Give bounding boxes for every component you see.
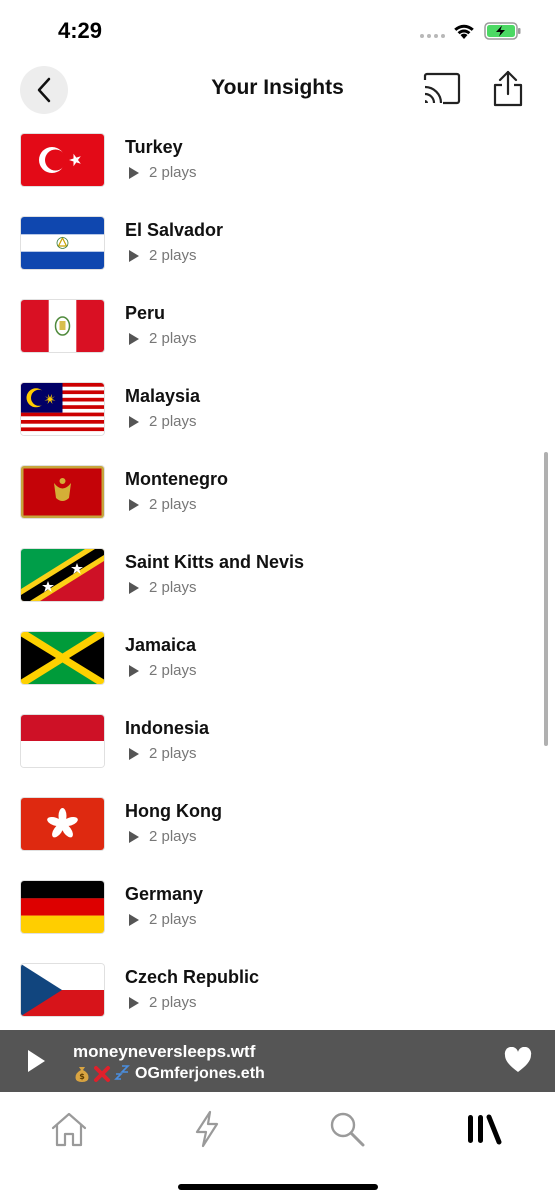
saint-kitts-and-nevis-flag-icon [21,549,104,601]
status-bar: 4:29 [0,0,555,60]
germany-flag-icon [21,881,104,933]
track-artist: $ OGmferjones.eth [73,1065,265,1083]
country-name: Jamaica [125,635,197,655]
country-name: Germany [125,884,204,904]
tab-home[interactable] [44,1106,94,1152]
play-icon [129,581,139,594]
play-count: 2 plays [129,911,197,928]
scrollbar[interactable] [544,452,548,746]
peru-flag-icon [21,300,104,352]
tab-library[interactable] [460,1106,510,1152]
play-count: 2 plays [129,994,197,1011]
heart-icon[interactable] [504,1047,532,1073]
play-icon [129,913,139,926]
list-item[interactable]: Peru 2 plays [0,300,555,383]
share-icon[interactable] [492,70,524,108]
play-count: 2 plays [129,164,197,181]
play-icon [129,249,139,262]
lightning-icon [195,1110,219,1148]
jamaica-flag-icon [21,632,104,684]
play-icon [129,166,139,179]
list-item[interactable]: Malaysia 2 plays [0,383,555,466]
czech-republic-flag-icon [21,964,104,1016]
play-icon [129,830,139,843]
library-icon [468,1114,502,1145]
list-item[interactable]: Indonesia 2 plays [0,715,555,798]
play-count: 2 plays [129,247,197,264]
country-name: Saint Kitts and Nevis [125,552,305,572]
play-icon [129,664,139,677]
play-count: 2 plays [129,496,197,513]
country-name: El Salvador [125,220,224,240]
list-item[interactable]: Turkey 2 plays [0,134,555,217]
country-name: Indonesia [125,718,210,738]
list-item[interactable]: Czech Republic 2 plays [0,964,555,1030]
tab-search[interactable] [322,1106,372,1152]
track-title: moneyneversleeps.wtf [73,1042,256,1061]
home-indicator [178,1184,378,1190]
zzz-icon [114,1065,130,1080]
play-icon [129,747,139,760]
list-item[interactable]: Hong Kong 2 plays [0,798,555,881]
indonesia-flag-icon [21,715,104,767]
play-count: 2 plays [129,662,197,679]
country-list[interactable]: Turkey 2 plays El Salvador 2 plays Peru … [0,122,555,1030]
cellular-signal-icon [420,34,445,38]
country-name: Malaysia [125,386,201,406]
play-count: 2 plays [129,579,197,596]
play-button[interactable] [28,1050,45,1072]
country-name: Turkey [125,137,183,157]
list-item[interactable]: Montenegro 2 plays [0,466,555,549]
header: Your Insights [0,60,555,122]
status-time: 4:29 [58,18,103,43]
turkey-flag-icon [21,134,104,186]
list-item[interactable]: Saint Kitts and Nevis 2 plays [0,549,555,632]
play-count: 2 plays [129,828,197,845]
battery-charging-icon [484,22,521,40]
country-name: Hong Kong [125,801,222,821]
list-item[interactable]: El Salvador 2 plays [0,217,555,300]
mini-player[interactable]: moneyneversleeps.wtf $ OGmferjones.eth [0,1030,555,1092]
hong-kong-flag-icon [21,798,104,850]
search-icon [330,1112,365,1147]
home-icon [51,1112,87,1147]
play-count: 2 plays [129,745,197,762]
play-icon [129,332,139,345]
montenegro-flag-icon [21,466,104,518]
page-title: Your Insights [211,76,344,99]
cross-mark-icon [94,1066,110,1082]
artist-emoji: $ [73,1065,131,1083]
el-salvador-flag-icon [21,217,104,269]
play-icon [129,498,139,511]
wifi-icon [454,24,474,39]
country-name: Montenegro [125,469,228,489]
play-icon [129,996,139,1009]
tab-bar [0,1092,555,1200]
cast-icon[interactable] [422,72,462,106]
artist-name: OGmferjones.eth [135,1065,265,1082]
tab-activity[interactable] [182,1106,232,1152]
list-item[interactable]: Germany 2 plays [0,881,555,964]
play-count: 2 plays [129,330,197,347]
money-bag-icon: $ [75,1067,89,1082]
play-count: 2 plays [129,413,197,430]
list-item[interactable]: Jamaica 2 plays [0,632,555,715]
country-name: Peru [125,303,166,323]
svg-text:$: $ [79,1072,85,1081]
malaysia-flag-icon [21,383,104,435]
country-name: Czech Republic [125,967,260,987]
play-icon [129,415,139,428]
